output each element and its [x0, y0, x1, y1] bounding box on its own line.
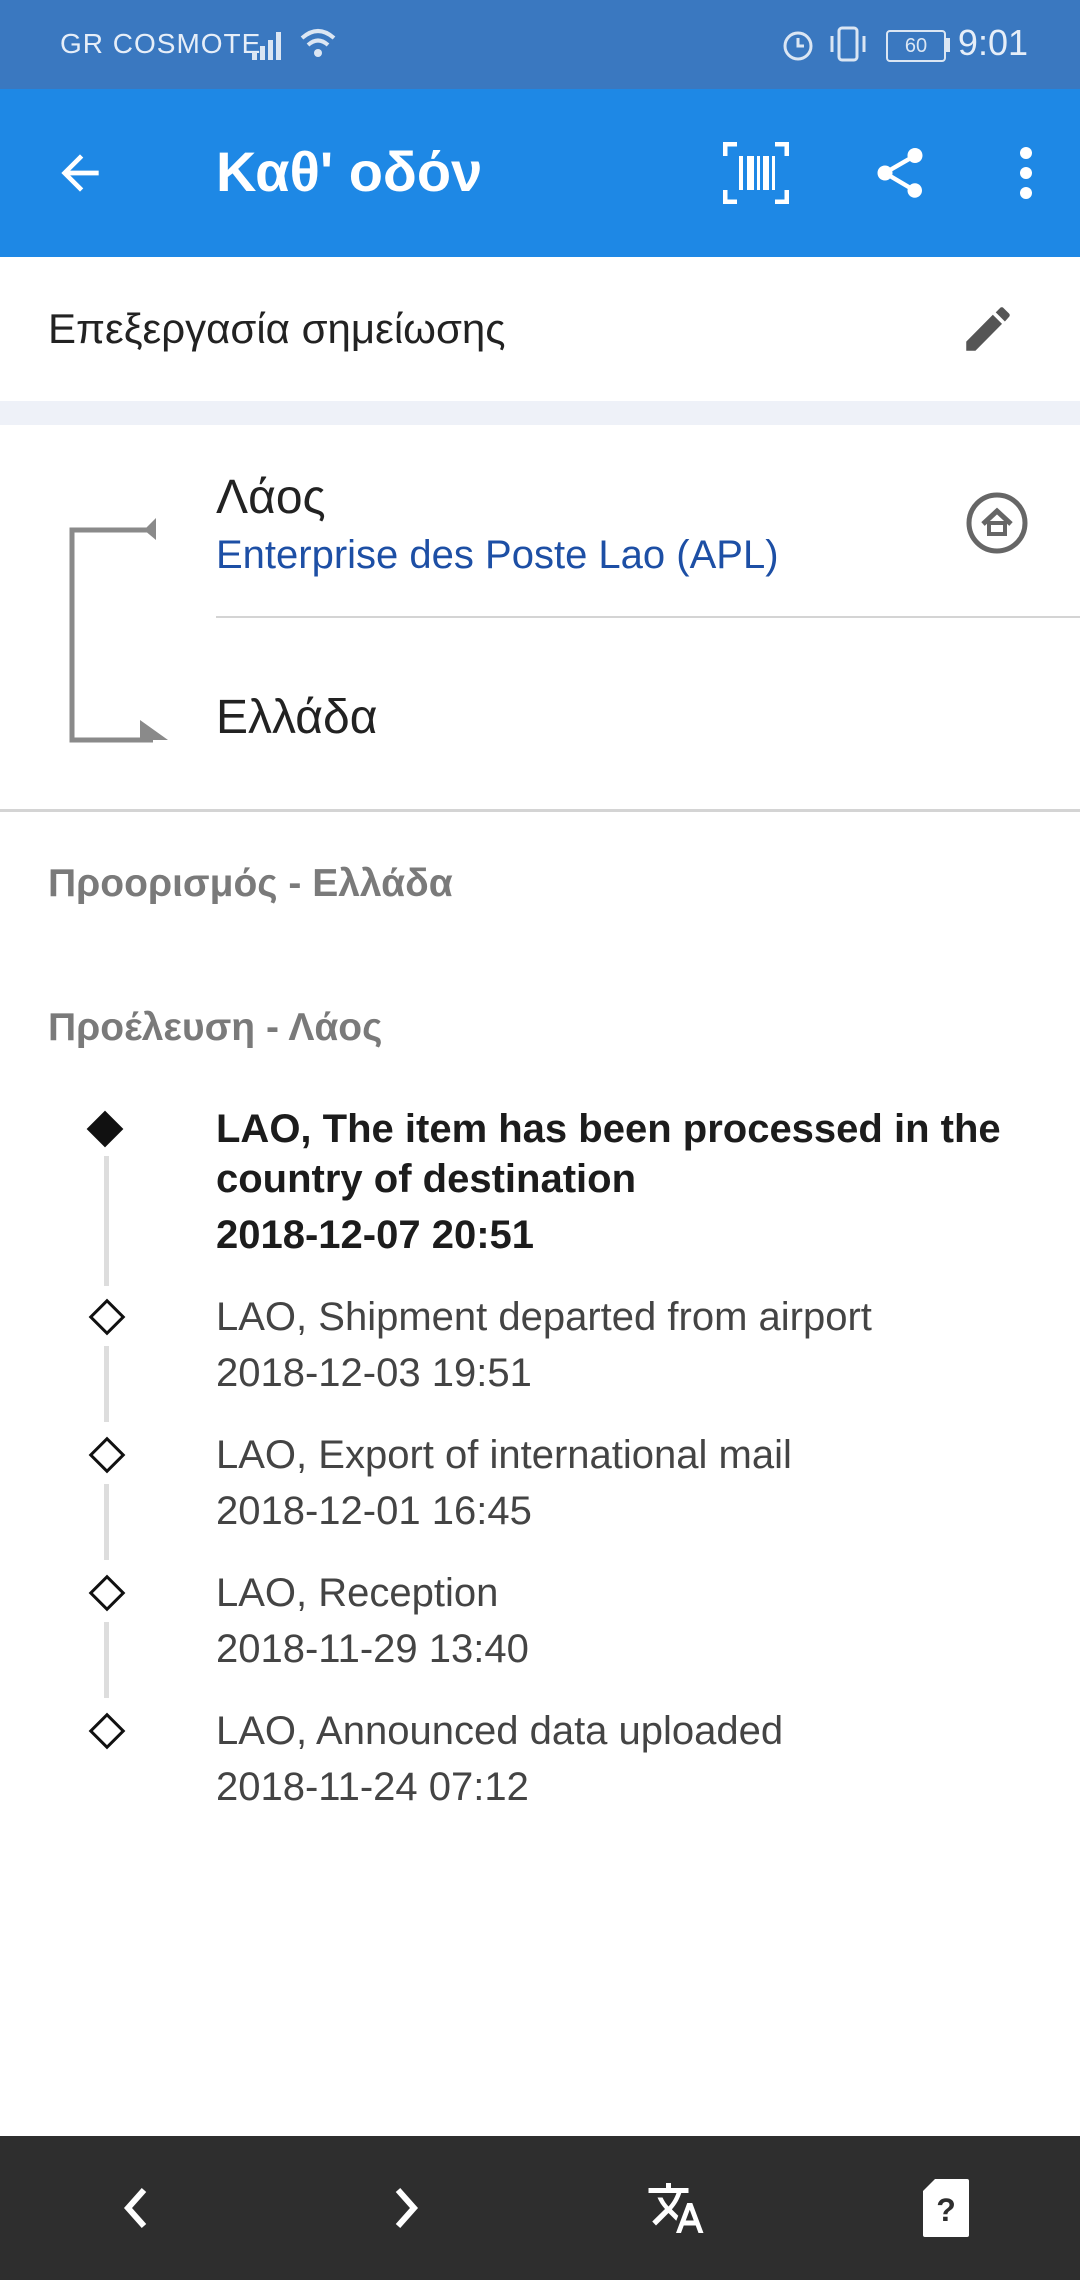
barcode-scan-icon	[723, 142, 789, 204]
next-button[interactable]	[366, 2168, 446, 2248]
event-description: LAO, Announced data uploaded	[216, 1709, 784, 1753]
event-description: LAO, Shipment departed from airport	[216, 1295, 872, 1339]
origin-country: Λάος	[216, 471, 326, 524]
timeline-connector	[104, 1156, 109, 1286]
previous-button[interactable]	[96, 2168, 176, 2248]
translate-button[interactable]	[636, 2168, 716, 2248]
signal-icon	[252, 32, 281, 60]
edit-note-label: Επεξεργασία σημείωσης	[48, 305, 506, 352]
share-icon	[877, 148, 923, 198]
origin-section-header: Προέλευση - Λάος	[48, 1006, 383, 1049]
postal-carrier-link[interactable]: Enterprise des Poste Lao (APL)	[216, 533, 779, 578]
more-vert-icon	[1020, 147, 1032, 199]
timeline-event: LAO, Reception 2018-11-29 13:40	[216, 1565, 529, 1677]
carrier-home-button[interactable]	[958, 484, 1036, 562]
vibrate-icon	[830, 26, 866, 62]
event-date: 2018-12-07 20:51	[216, 1213, 535, 1257]
event-description: LAO, Reception	[216, 1571, 499, 1615]
timeline-event: LAO, Announced data uploaded 2018-11-24 …	[216, 1703, 783, 1815]
event-date: 2018-11-29 13:40	[216, 1627, 529, 1671]
share-button[interactable]	[860, 133, 940, 213]
battery-icon: 60	[886, 30, 946, 62]
chevron-right-icon	[395, 2188, 419, 2228]
clock: 9:01	[957, 22, 1028, 63]
pencil-icon	[966, 307, 1010, 351]
filled-diamond-icon	[86, 1110, 124, 1148]
battery-level: 60	[904, 35, 928, 57]
barcode-button[interactable]	[716, 133, 796, 213]
event-date: 2018-12-03 19:51	[216, 1351, 532, 1395]
home-icon	[966, 492, 1028, 554]
hollow-diamond-icon	[88, 1436, 126, 1474]
status-bar: GR COSMOTE 60 9:01	[0, 0, 1080, 89]
timeline-connector	[104, 1484, 109, 1560]
event-description: LAO, Export of international mail	[216, 1433, 792, 1477]
event-date: 2018-11-24 07:12	[216, 1765, 529, 1809]
section-divider	[0, 401, 1080, 425]
more-options-button[interactable]	[986, 133, 1066, 213]
arrow-left-icon	[61, 154, 99, 192]
wifi-icon	[300, 29, 336, 57]
app-bar: Καθ' οδόν	[0, 89, 1080, 257]
svg-text:?: ?	[936, 2192, 956, 2228]
route-bracket-icon	[69, 518, 168, 743]
event-description: country of destination	[216, 1157, 636, 1201]
help-card-icon: ?	[923, 2179, 969, 2237]
timeline-connector	[104, 1346, 109, 1422]
translate-icon	[648, 2183, 704, 2233]
event-date: 2018-12-01 16:45	[216, 1489, 532, 1533]
timeline-event: LAO, Export of international mail 2018-1…	[216, 1427, 792, 1539]
back-button[interactable]	[40, 133, 120, 213]
hollow-diamond-icon	[88, 1298, 126, 1336]
alarm-icon	[783, 31, 813, 61]
edit-note-button[interactable]	[952, 293, 1024, 365]
destination-country: Ελλάδα	[216, 691, 378, 744]
event-description: LAO, The item has been processed in the	[216, 1107, 1001, 1151]
carrier-name: GR COSMOTE	[60, 28, 262, 59]
destination-section-header: Προορισμός - Ελλάδα	[48, 862, 453, 905]
page-title: Καθ' οδόν	[216, 140, 483, 203]
route-bottom-divider	[0, 809, 1080, 812]
hollow-diamond-icon	[88, 1712, 126, 1750]
battery-tip	[946, 38, 950, 52]
route-divider	[216, 616, 1080, 618]
bottom-nav-bar: ?	[0, 2136, 1080, 2280]
help-button[interactable]: ?	[906, 2168, 986, 2248]
timeline-event: LAO, The item has been processed in the …	[216, 1104, 1001, 1260]
hollow-diamond-icon	[88, 1574, 126, 1612]
chevron-left-icon	[123, 2188, 147, 2228]
edit-note-row[interactable]: Επεξεργασία σημείωσης	[0, 257, 1080, 401]
timeline-connector	[104, 1622, 109, 1698]
timeline-event: LAO, Shipment departed from airport 2018…	[216, 1289, 872, 1401]
